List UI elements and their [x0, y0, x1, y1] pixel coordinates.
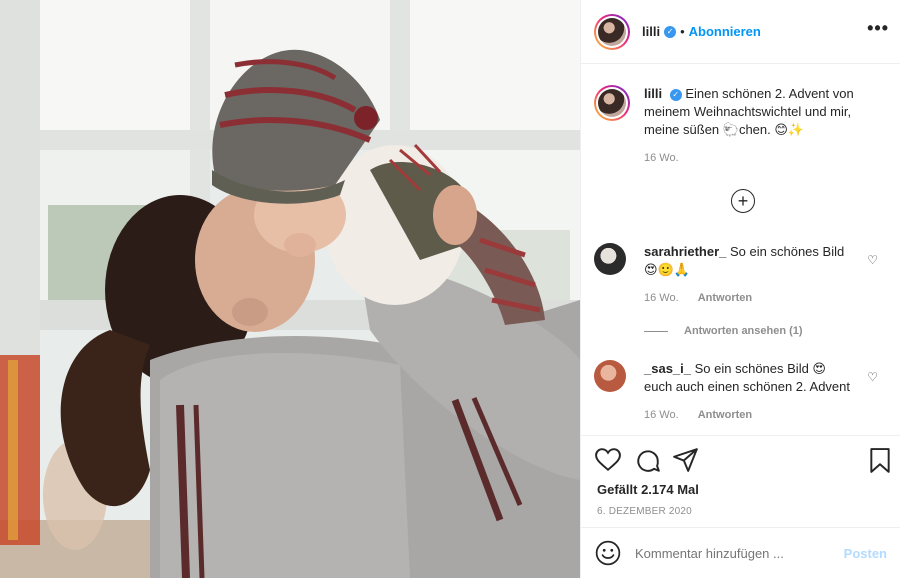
save-bookmark-icon[interactable]	[869, 448, 891, 474]
profile-avatar[interactable]	[594, 13, 630, 50]
load-more-comments-icon[interactable]: +	[731, 189, 755, 213]
post-photo[interactable]	[0, 0, 580, 578]
dot-separator: •	[680, 24, 685, 39]
comment-item: sarahriether_ So ein schönes Bild 😍🙂🙏 16…	[594, 243, 894, 307]
follow-button[interactable]: Abonnieren	[689, 24, 761, 39]
caption-verified-badge-icon: ✓	[669, 88, 682, 101]
commenter-username[interactable]: _sas_i_	[644, 361, 691, 376]
caption-avatar-inner	[596, 87, 628, 119]
caption-avatar-image	[598, 89, 626, 117]
replies-line-divider	[644, 330, 668, 332]
verified-badge-icon: ✓	[664, 25, 677, 38]
comment-time[interactable]: 16 Wo.	[644, 292, 679, 304]
caption-text-wrap: lilli ✓ Einen schönen 2. Advent von mein…	[644, 85, 884, 167]
comment-meta: 16 Wo. Antworten	[644, 289, 854, 307]
share-paper-plane-icon[interactable]	[673, 448, 699, 472]
avatar-image	[598, 17, 626, 46]
comment-like-heart-icon[interactable]: ♡	[867, 370, 878, 384]
emoji-smiley-icon[interactable]	[595, 540, 621, 566]
commenter-username[interactable]: sarahriether_	[644, 244, 726, 259]
caption-time[interactable]: 16 Wo.	[644, 149, 884, 167]
post-actions: Gefällt 2.174 Mal 6. DEZEMBER 2020	[581, 435, 900, 525]
comments-section[interactable]: lilli ✓ Einen schönen 2. Advent von mein…	[581, 65, 900, 435]
post-comment-button[interactable]: Posten	[844, 546, 887, 561]
photo-illustration	[0, 0, 580, 578]
view-replies-label: Antworten ansehen (1)	[684, 325, 803, 337]
comment-input[interactable]	[635, 545, 844, 561]
comment-item: _sas_i_ So ein schönes Bild 😍 euch auch …	[594, 360, 894, 424]
caption-username[interactable]: lilli	[644, 86, 662, 101]
post-caption: lilli ✓ Einen schönen 2. Advent von mein…	[594, 85, 894, 167]
avatar-inner	[596, 15, 628, 48]
comment-meta: 16 Wo. Antworten	[644, 406, 854, 424]
post-side-panel: lilli ✓ • Abonnieren ••• lilli ✓ Einen s…	[580, 0, 900, 578]
reply-button[interactable]: Antworten	[698, 292, 752, 304]
reply-button[interactable]: Antworten	[698, 409, 752, 421]
commenter-avatar[interactable]	[594, 243, 626, 275]
add-comment-bar: Posten	[581, 527, 900, 578]
likes-count[interactable]: Gefällt 2.174 Mal	[597, 482, 699, 497]
view-replies-button[interactable]: Antworten ansehen (1)	[644, 325, 803, 337]
more-options-icon[interactable]: •••	[867, 19, 889, 37]
post-date[interactable]: 6. DEZEMBER 2020	[597, 506, 692, 517]
comment-bubble-icon[interactable]	[635, 448, 661, 474]
caption-avatar[interactable]	[594, 85, 630, 121]
commenter-avatar[interactable]	[594, 360, 626, 392]
post-header: lilli ✓ • Abonnieren •••	[581, 0, 900, 64]
comment-body: _sas_i_ So ein schönes Bild 😍 euch auch …	[644, 360, 854, 424]
comment-body: sarahriether_ So ein schönes Bild 😍🙂🙏 16…	[644, 243, 854, 307]
comment-time[interactable]: 16 Wo.	[644, 409, 679, 421]
comment-like-heart-icon[interactable]: ♡	[867, 253, 878, 267]
header-username[interactable]: lilli	[642, 24, 660, 39]
like-heart-icon[interactable]	[595, 448, 621, 472]
